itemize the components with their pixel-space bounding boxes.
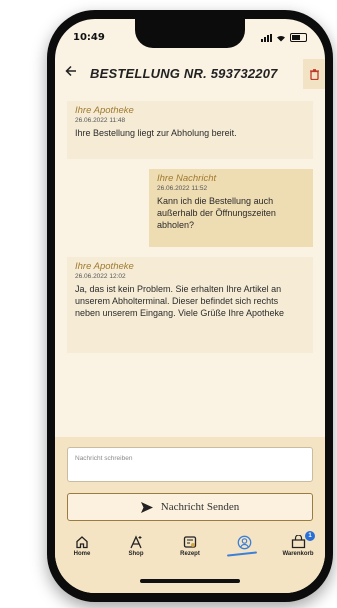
tab-prescription[interactable]: Rezept [163, 529, 217, 573]
tab-label: Shop [128, 551, 144, 557]
back-arrow-icon[interactable] [65, 65, 77, 81]
message-bubble-incoming: Ihre Apotheke 26.06.2022 11:48 Ihre Best… [67, 101, 313, 159]
message-bubble-incoming: Ihre Apotheke 26.06.2022 12:02 Ja, das i… [67, 257, 313, 353]
send-icon [140, 501, 153, 513]
send-button-label: Nachricht Senden [160, 501, 240, 513]
trash-icon [309, 68, 319, 80]
message-bubble-outgoing: Ihre Nachricht 26.06.2022 11:52 Kann ich… [149, 169, 313, 247]
profile-icon [237, 535, 251, 550]
cart-count-badge: 1 [305, 531, 315, 541]
phone-frame: 10:49 BESTELLUNG NR. 593732207 Ihre Apot… [47, 10, 333, 602]
send-message-button[interactable]: Nachricht Senden [67, 493, 313, 521]
message-sender: Ihre Nachricht [157, 173, 217, 184]
home-indicator [140, 579, 240, 583]
message-sender: Ihre Apotheke [75, 105, 134, 116]
tab-label: Warenkorb [282, 551, 314, 557]
wifi-icon [277, 35, 285, 41]
message-input-placeholder: Nachricht schreiben [75, 455, 133, 462]
tab-home[interactable]: Home [55, 529, 109, 573]
message-input[interactable]: Nachricht schreiben [67, 447, 313, 482]
prescription-icon [183, 536, 197, 548]
tab-label: Home [73, 551, 91, 557]
message-date: 26.06.2022 11:48 [75, 117, 126, 124]
tab-shop[interactable]: Shop [109, 529, 163, 573]
message-text: Kann ich die Bestellung auch außerhalb d… [157, 196, 276, 230]
app-screen: 10:49 BESTELLUNG NR. 593732207 Ihre Apot… [55, 19, 325, 593]
message-date: 26.06.2022 11:52 [157, 185, 208, 192]
cart-icon [291, 535, 305, 549]
device-notch [135, 19, 245, 48]
status-time: 10:49 [73, 32, 105, 43]
tab-label: Rezept [180, 551, 200, 557]
delete-button[interactable] [303, 59, 325, 89]
page-header: BESTELLUNG NR. 593732207 [55, 59, 325, 89]
shop-icon [130, 535, 142, 549]
active-tab-indicator [226, 551, 258, 557]
message-text: Ja, das ist kein Problem. Sie erhalten I… [75, 284, 284, 318]
status-icons [261, 33, 307, 42]
bottom-tab-bar: Home Shop Rezept 1 Warenkorb [55, 529, 325, 573]
battery-icon [290, 33, 307, 42]
tab-cart[interactable]: 1 Warenkorb [271, 529, 325, 573]
page-title: BESTELLUNG NR. 593732207 [90, 66, 278, 81]
message-date: 26.06.2022 12:02 [75, 273, 126, 280]
tab-profile[interactable] [217, 529, 271, 573]
message-sender: Ihre Apotheke [75, 261, 134, 272]
message-text: Ihre Bestellung liegt zur Abholung berei… [75, 128, 237, 138]
signal-icon [261, 33, 272, 42]
home-icon [76, 536, 88, 549]
